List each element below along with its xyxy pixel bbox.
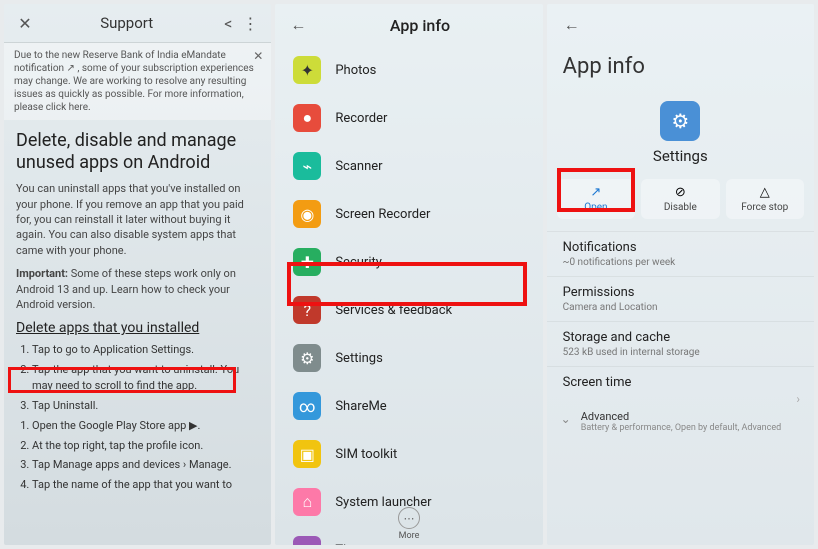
- support-article-panel: ✕ Support < ⋮ Due to the new Reserve Ban…: [4, 4, 271, 545]
- section-screen-time[interactable]: Screen time›: [547, 366, 814, 400]
- notice-banner: Due to the new Reserve Bank of India eMa…: [4, 43, 271, 120]
- page-title: App info: [309, 16, 530, 35]
- disable-icon: ⊘: [675, 185, 686, 200]
- section-title: Permissions: [563, 285, 798, 300]
- disable-label: Disable: [664, 202, 697, 213]
- app-icon: ⚙: [293, 344, 321, 372]
- app-label: ShareMe: [335, 399, 386, 414]
- advanced-title: Advanced: [581, 410, 781, 423]
- back-icon[interactable]: ←: [561, 14, 583, 36]
- app-icon: ∞: [293, 392, 321, 420]
- header: ✕ Support < ⋮: [4, 4, 271, 43]
- page-title: App info: [547, 46, 814, 91]
- section-subtitle: Camera and Location: [563, 302, 798, 313]
- advanced-row[interactable]: ⌄ Advanced Battery & performance, Open b…: [547, 400, 814, 443]
- force-stop-button[interactable]: △ Force stop: [726, 179, 804, 219]
- chevron-right-icon: ›: [796, 392, 800, 406]
- chevron-down-icon: ⌄: [561, 412, 571, 426]
- section-notifications[interactable]: Notifications ~0 notifications per week: [547, 231, 814, 276]
- section-storage-and-cache[interactable]: Storage and cache 523 kB used in internal…: [547, 321, 814, 366]
- step-item[interactable]: Tap to go to Application Settings.: [32, 342, 259, 359]
- app-detail-panel: ← App info ⚙ Settings ↗ Open ⊘ Disable △…: [547, 4, 814, 545]
- highlight-box-settings: [287, 262, 527, 306]
- app-row-photos[interactable]: ✦ Photos: [283, 46, 534, 94]
- force-stop-label: Force stop: [741, 202, 788, 213]
- header: ← App info: [275, 4, 542, 46]
- settings-sections: Notifications ~0 notifications per week Pe…: [547, 231, 814, 400]
- disable-button[interactable]: ⊘ Disable: [641, 179, 719, 219]
- section-title: Notifications: [563, 240, 798, 255]
- app-icon: ⌁: [293, 152, 321, 180]
- app-row-sim-toolkit[interactable]: ▣ SIM toolkit: [283, 430, 534, 478]
- highlight-box-step1: [8, 367, 236, 393]
- app-list-panel: ← App info ✦ Photos ● Recorder ⌁ Scanner ◉ Scre…: [275, 4, 542, 545]
- more-icon: ⋯: [398, 507, 420, 529]
- step-item: Tap Manage apps and devices › Manage.: [32, 457, 259, 474]
- step-item: Open the Google Play Store app ▶.: [32, 418, 259, 435]
- article-body: Delete, disable and manage unused apps o…: [4, 120, 271, 506]
- close-icon[interactable]: ✕: [14, 12, 36, 34]
- article-intro: You can uninstall apps that you've insta…: [16, 181, 259, 258]
- app-label: Settings: [335, 351, 382, 366]
- app-label: Screen Recorder: [335, 207, 430, 222]
- app-name-label: Settings: [547, 147, 814, 165]
- app-row-shareme[interactable]: ∞ ShareMe: [283, 382, 534, 430]
- step-item: Tap the name of the app that you want to: [32, 477, 259, 494]
- app-row-scanner[interactable]: ⌁ Scanner: [283, 142, 534, 190]
- app-row-screen-recorder[interactable]: ◉ Screen Recorder: [283, 190, 534, 238]
- app-label: Photos: [335, 63, 376, 78]
- share-icon[interactable]: <: [217, 12, 239, 34]
- steps-list-b: Open the Google Play Store app ▶. At the…: [16, 418, 259, 493]
- warning-icon: △: [760, 185, 770, 200]
- app-label: SIM toolkit: [335, 447, 397, 462]
- app-icon-large: ⚙: [660, 101, 700, 141]
- section-subtitle: 523 kB used in internal storage: [563, 347, 798, 358]
- highlight-box-open: [557, 168, 635, 212]
- more-button[interactable]: ⋯ More: [275, 507, 542, 541]
- app-row-settings[interactable]: ⚙ Settings: [283, 334, 534, 382]
- back-icon[interactable]: ←: [287, 14, 309, 36]
- section-permissions[interactable]: Permissions Camera and Location: [547, 276, 814, 321]
- article-heading: Delete, disable and manage unused apps o…: [16, 130, 259, 173]
- section-title: Storage and cache: [563, 330, 798, 345]
- app-icon: ▣: [293, 440, 321, 468]
- app-label: Scanner: [335, 159, 382, 174]
- article-subheading: Delete apps that you installed: [16, 320, 259, 336]
- important-paragraph: Important: Some of these steps work only…: [16, 266, 259, 312]
- app-row-recorder[interactable]: ● Recorder: [283, 94, 534, 142]
- app-icon: ●: [293, 104, 321, 132]
- app-label: Themes: [335, 543, 382, 546]
- advanced-subtitle: Battery & performance, Open by default, …: [581, 423, 781, 433]
- app-icon: ◉: [293, 200, 321, 228]
- section-title: Screen time: [563, 375, 798, 390]
- app-icon: ✦: [293, 56, 321, 84]
- section-subtitle: ~0 notifications per week: [563, 257, 798, 268]
- notice-close-icon[interactable]: ✕: [253, 49, 263, 65]
- notice-text: Due to the new Reserve Bank of India eMa…: [14, 50, 254, 113]
- overflow-menu-icon[interactable]: ⋮: [239, 12, 261, 34]
- app-label: Recorder: [335, 111, 387, 126]
- more-label: More: [399, 531, 420, 541]
- important-label: Important:: [16, 267, 68, 280]
- step-item: At the top right, tap the profile icon.: [32, 438, 259, 455]
- header: ←: [547, 4, 814, 46]
- page-title: Support: [36, 14, 217, 32]
- step-item: Tap Uninstall.: [32, 398, 259, 415]
